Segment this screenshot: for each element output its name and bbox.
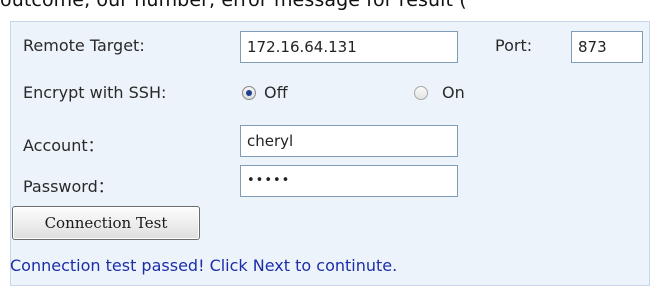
partial-header-text: outcome, our number, error message for r… <box>0 0 467 11</box>
ssh-on-label[interactable]: On <box>442 83 465 102</box>
encrypt-ssh-label: Encrypt with SSH: <box>23 83 167 102</box>
connection-test-button[interactable]: Connection Test <box>12 206 200 240</box>
ssh-off-label[interactable]: Off <box>264 83 288 102</box>
port-label: Port: <box>495 36 533 55</box>
password-label: Password： <box>23 177 114 196</box>
remote-target-label: Remote Target: <box>23 36 145 55</box>
ssh-off-radio[interactable] <box>242 86 256 100</box>
ssh-on-radio[interactable] <box>414 86 428 100</box>
port-input[interactable]: 873 <box>571 31 643 63</box>
account-input[interactable]: cheryl <box>240 125 458 157</box>
account-label: Account： <box>23 136 104 155</box>
remote-target-input[interactable]: 172.16.64.131 <box>240 31 458 63</box>
connection-status-message: Connection test passed! Click Next to co… <box>10 256 398 275</box>
password-input[interactable]: ••••• <box>240 165 458 197</box>
